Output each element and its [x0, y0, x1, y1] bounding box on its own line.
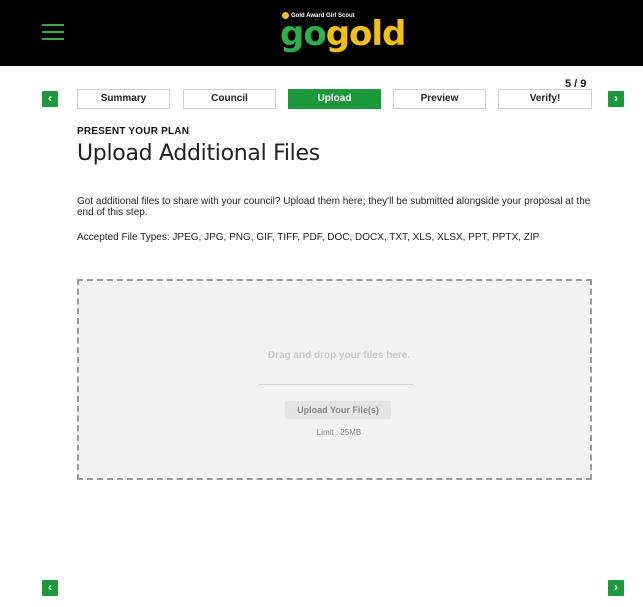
next-step-button[interactable]: ›: [608, 91, 624, 107]
gogold-logo[interactable]: Gold Award Girl Scout gogold: [280, 9, 406, 57]
hamburger-menu-icon[interactable]: [42, 23, 64, 41]
next-page-button[interactable]: ›: [608, 580, 624, 596]
tab-council[interactable]: Council: [183, 89, 276, 109]
tab-summary[interactable]: Summary: [77, 89, 170, 109]
prev-page-button[interactable]: ‹: [42, 580, 58, 596]
tab-preview[interactable]: Preview: [393, 89, 486, 109]
tab-verify[interactable]: Verify!: [498, 89, 592, 109]
hamburger-bar: [42, 38, 64, 40]
upload-limit: Limit : 25MB: [316, 428, 362, 437]
page-title: Upload Additional Files: [77, 141, 320, 166]
hamburger-bar: [42, 24, 64, 26]
tab-upload[interactable]: Upload: [288, 89, 381, 109]
logo-wordmark: gogold: [280, 14, 406, 54]
dropzone-prompt: Drag and drop your files here.: [267, 350, 411, 361]
file-dropzone[interactable]: Drag and drop your files here. Upload Yo…: [77, 279, 592, 480]
prev-step-button[interactable]: ‹: [42, 91, 58, 107]
upload-files-button[interactable]: Upload Your File(s): [285, 401, 391, 419]
accepted-file-types: Accepted File Types: JPEG, JPG, PNG, GIF…: [77, 232, 540, 243]
hamburger-bar: [42, 31, 64, 33]
section-kicker: PRESENT YOUR PLAN: [77, 126, 190, 137]
dropzone-divider: [259, 384, 413, 385]
section-description: Got additional files to share with your …: [77, 196, 591, 218]
top-header: Gold Award Girl Scout gogold: [0, 0, 643, 66]
